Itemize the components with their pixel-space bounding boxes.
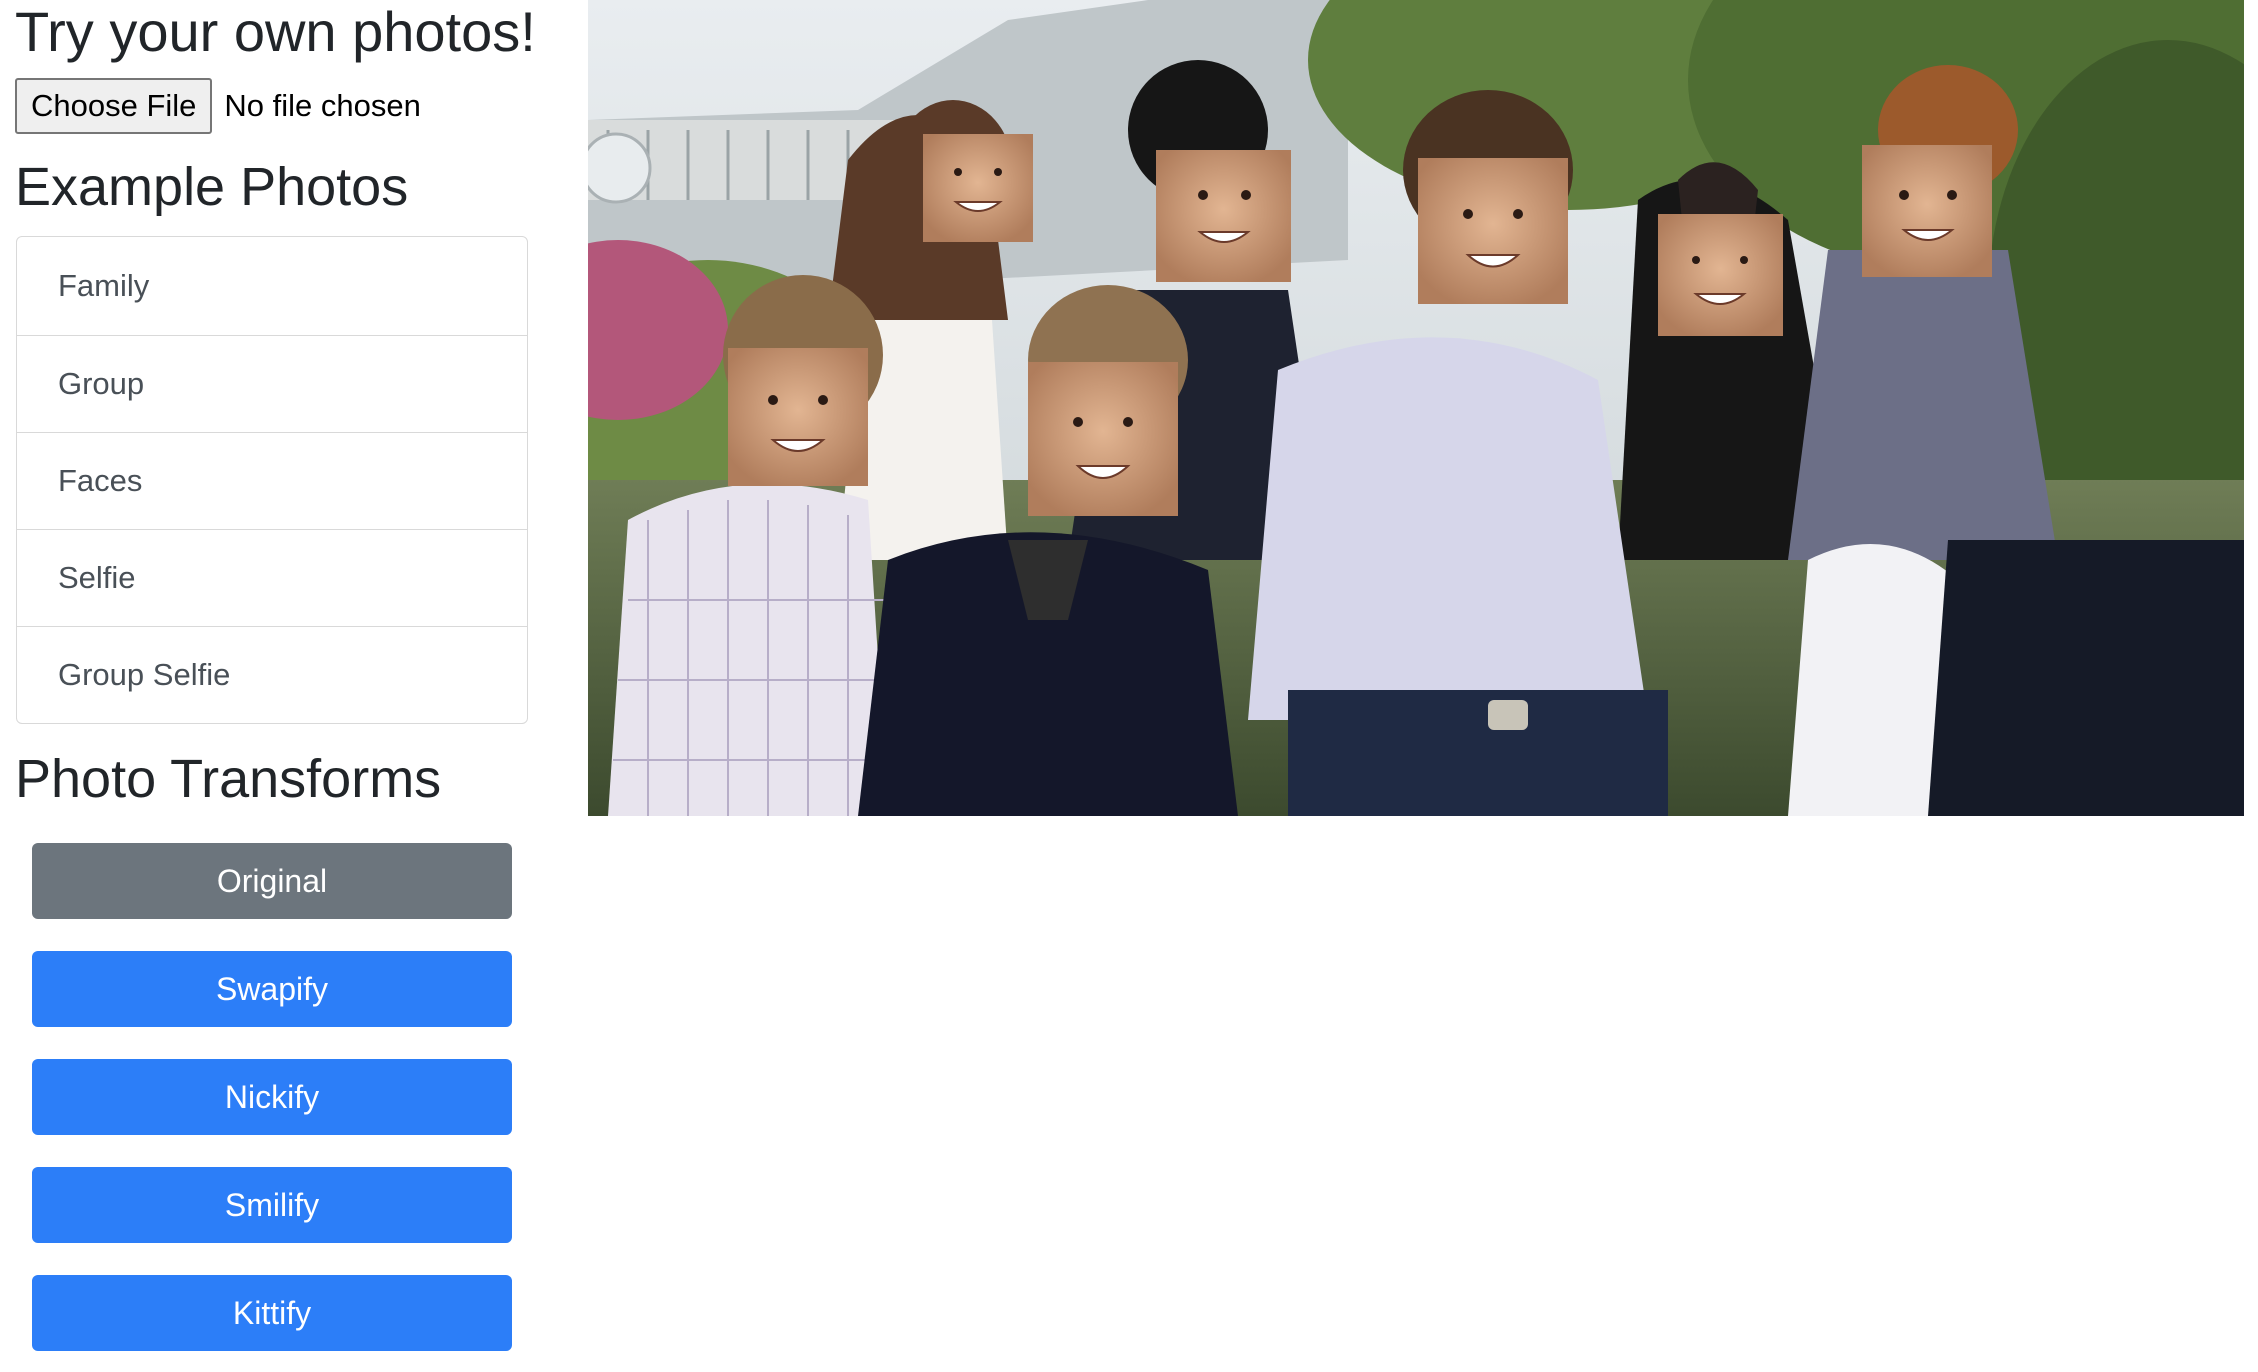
swapify-button[interactable]: Swapify: [32, 951, 512, 1027]
example-photos-list: Family Group Faces Selfie Group Selfie: [16, 236, 528, 724]
group-photo-image: [588, 0, 2244, 816]
smilify-button[interactable]: Smilify: [32, 1167, 512, 1243]
example-item-group-selfie[interactable]: Group Selfie: [17, 626, 527, 723]
photo-transforms-heading: Photo Transforms: [15, 749, 442, 809]
result-photo: [588, 0, 2244, 816]
file-input[interactable]: Choose File No file chosen: [15, 77, 421, 135]
example-item-family[interactable]: Family: [17, 237, 527, 335]
upload-heading: Try your own photos!: [15, 0, 536, 63]
kittify-button[interactable]: Kittify: [32, 1275, 512, 1351]
example-item-group[interactable]: Group: [17, 335, 527, 432]
nickify-button[interactable]: Nickify: [32, 1059, 512, 1135]
example-item-selfie[interactable]: Selfie: [17, 529, 527, 626]
original-button[interactable]: Original: [32, 843, 512, 919]
file-status: No file chosen: [224, 88, 421, 123]
choose-file-button[interactable]: Choose File: [15, 78, 213, 134]
example-photos-heading: Example Photos: [15, 157, 409, 217]
example-item-faces[interactable]: Faces: [17, 432, 527, 529]
